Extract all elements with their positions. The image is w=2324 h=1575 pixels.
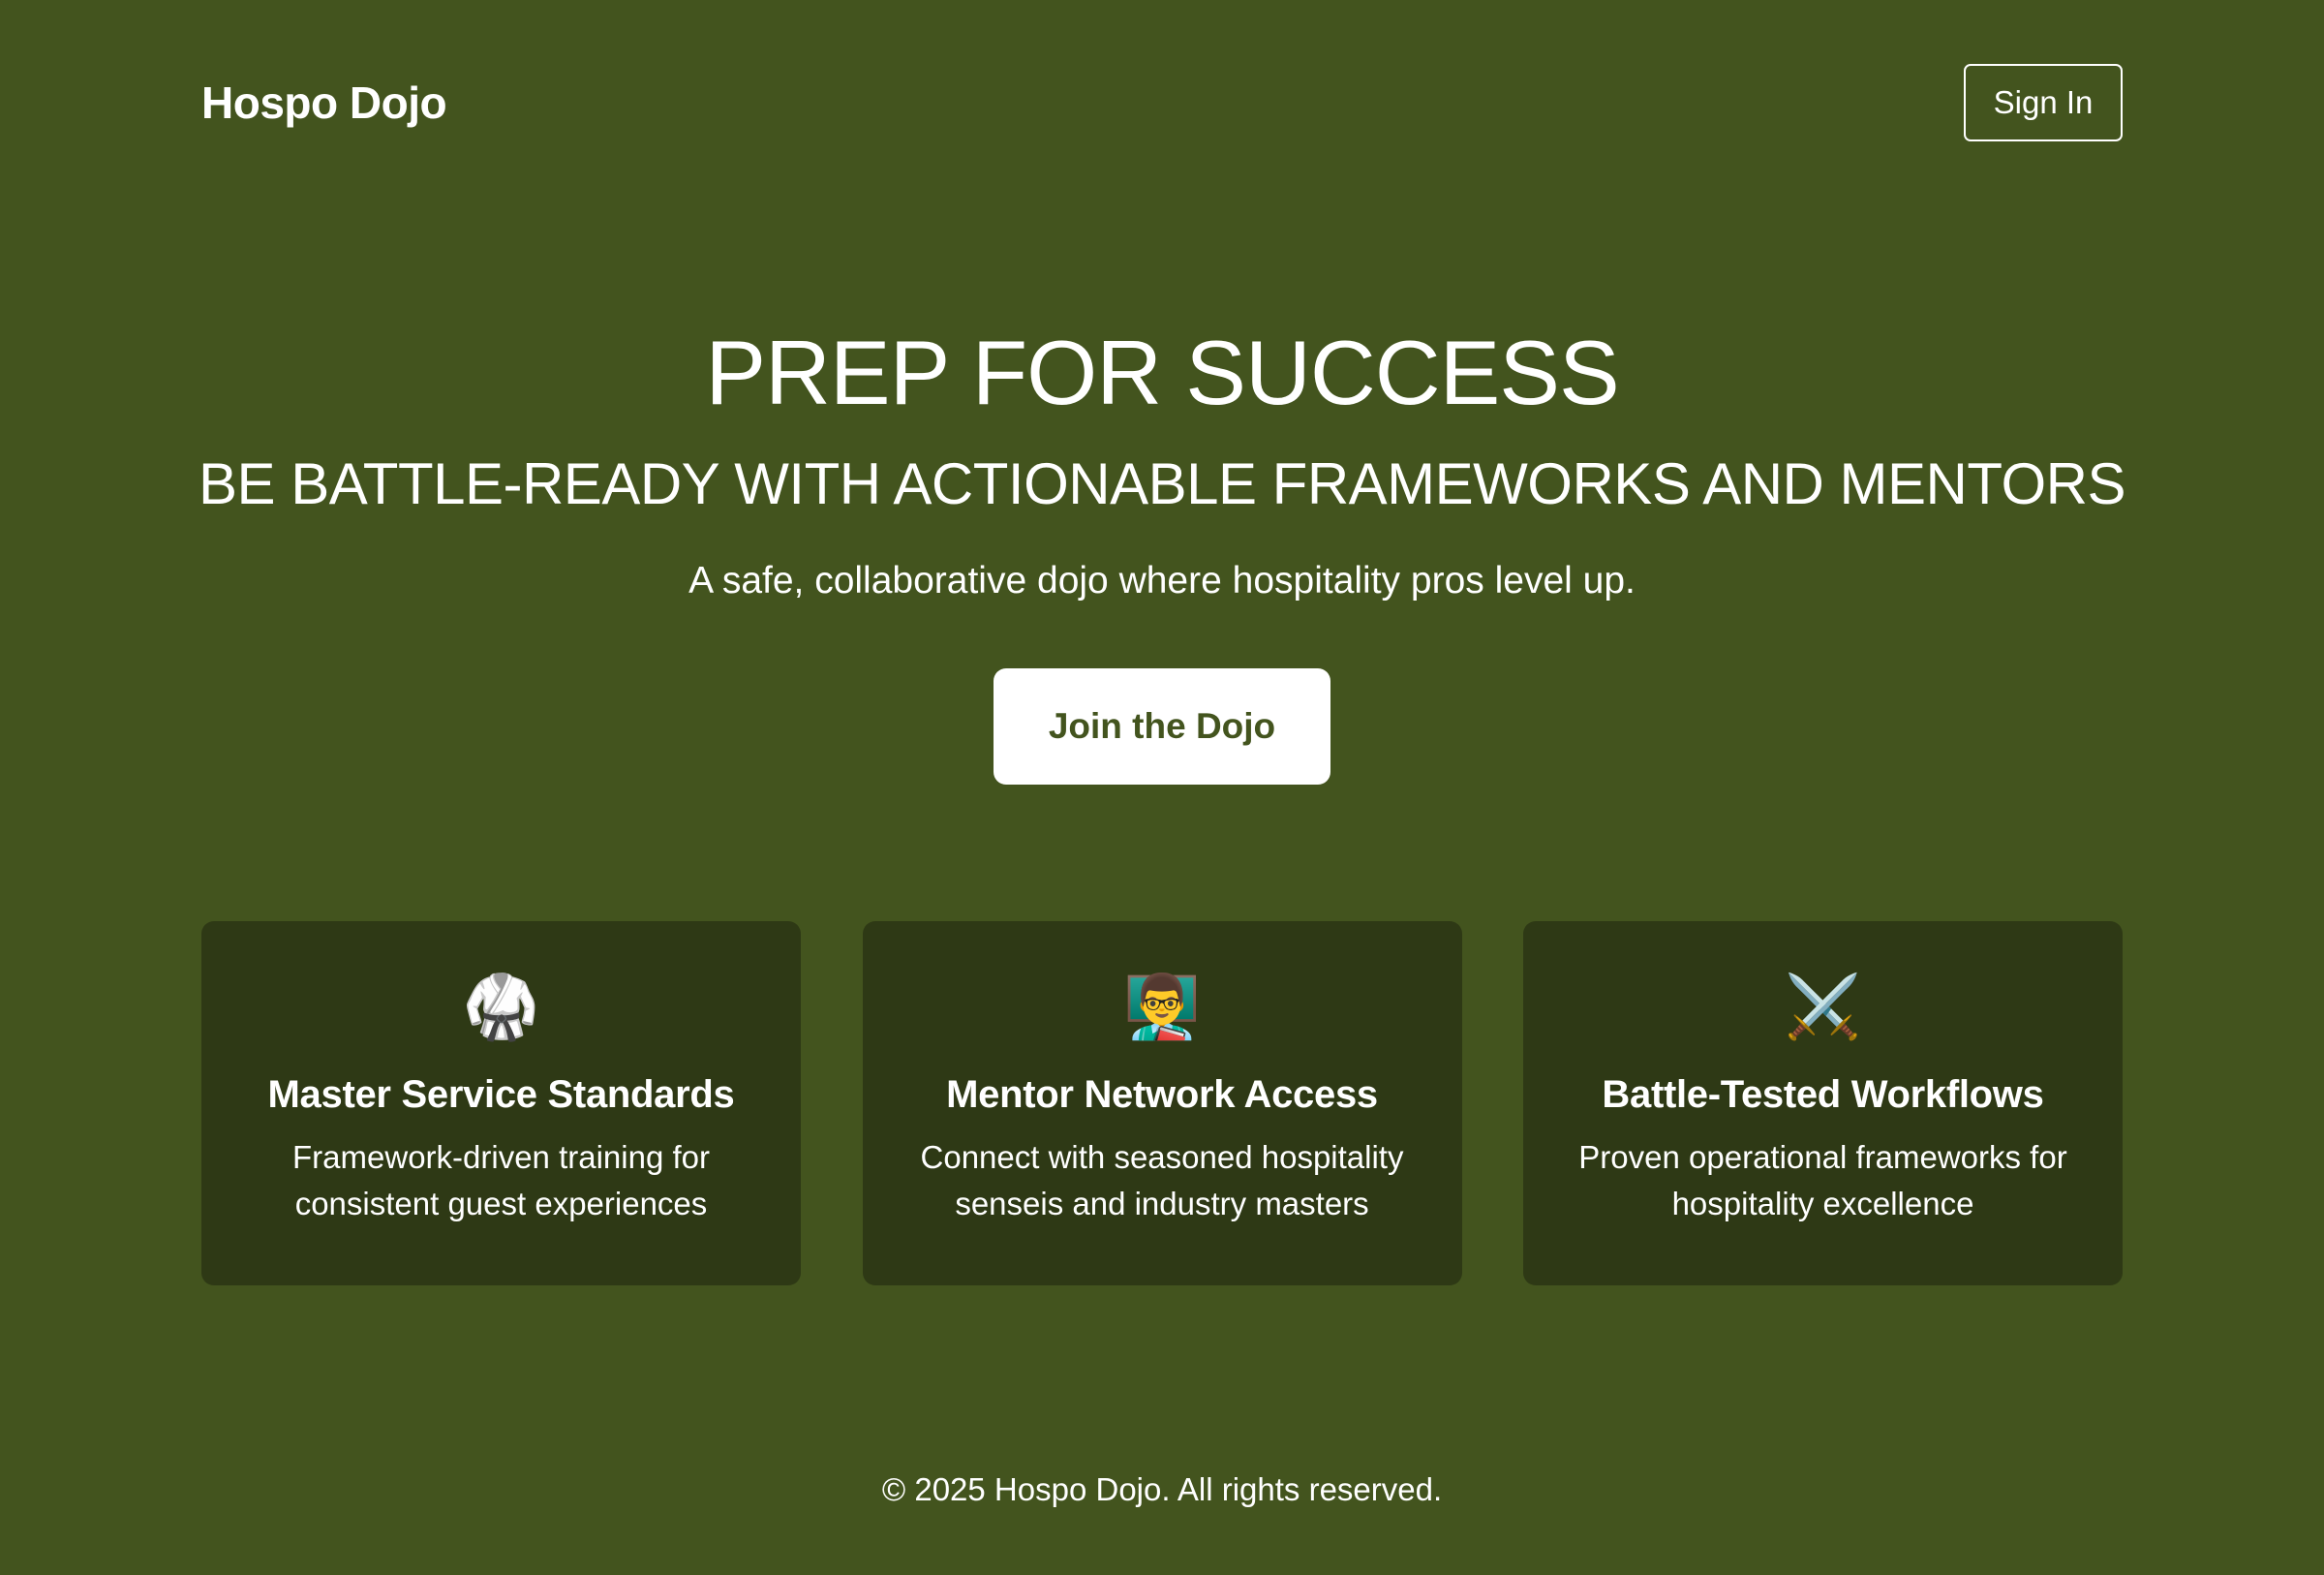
hero-section: PREP FOR SUCCESS BE BATTLE-READY WITH AC…	[0, 310, 2324, 785]
sign-in-button[interactable]: Sign In	[1964, 64, 2123, 141]
site-logo[interactable]: Hospo Dojo	[201, 77, 447, 129]
feature-title: Battle-Tested Workflows	[1602, 1073, 2044, 1116]
copyright-text: © 2025 Hospo Dojo. All rights reserved.	[881, 1471, 1443, 1507]
feature-description: Connect with seasoned hospitality sensei…	[920, 1139, 1404, 1221]
crossed-swords-icon: ⚔️	[1784, 972, 1862, 1041]
feature-description: Framework-driven training for consistent…	[292, 1139, 710, 1221]
hero-tagline: A safe, collaborative dojo where hospita…	[688, 560, 1636, 602]
feature-card-workflows: ⚔️ Battle-Tested Workflows Proven operat…	[1523, 921, 2123, 1285]
site-footer: © 2025 Hospo Dojo. All rights reserved.	[0, 1463, 2324, 1517]
feature-cards: 🥋 Master Service Standards Framework-dri…	[201, 921, 2123, 1285]
hero-title: PREP FOR SUCCESS	[705, 322, 1619, 423]
hero-subtitle: BE BATTLE-READY WITH ACTIONABLE FRAMEWOR…	[199, 451, 2125, 516]
feature-card-mentor-network: 👨‍🏫 Mentor Network Access Connect with s…	[862, 921, 1462, 1285]
martial-arts-uniform-icon: 🥋	[462, 972, 540, 1041]
feature-description: Proven operational frameworks for hospit…	[1578, 1139, 2067, 1221]
teacher-icon: 👨‍🏫	[1123, 972, 1201, 1041]
site-header: Hospo Dojo Sign In	[201, 62, 2123, 143]
feature-title: Master Service Standards	[267, 1073, 735, 1116]
feature-title: Mentor Network Access	[946, 1073, 1378, 1116]
join-dojo-button[interactable]: Join the Dojo	[994, 668, 1330, 785]
feature-card-service-standards: 🥋 Master Service Standards Framework-dri…	[201, 921, 801, 1285]
